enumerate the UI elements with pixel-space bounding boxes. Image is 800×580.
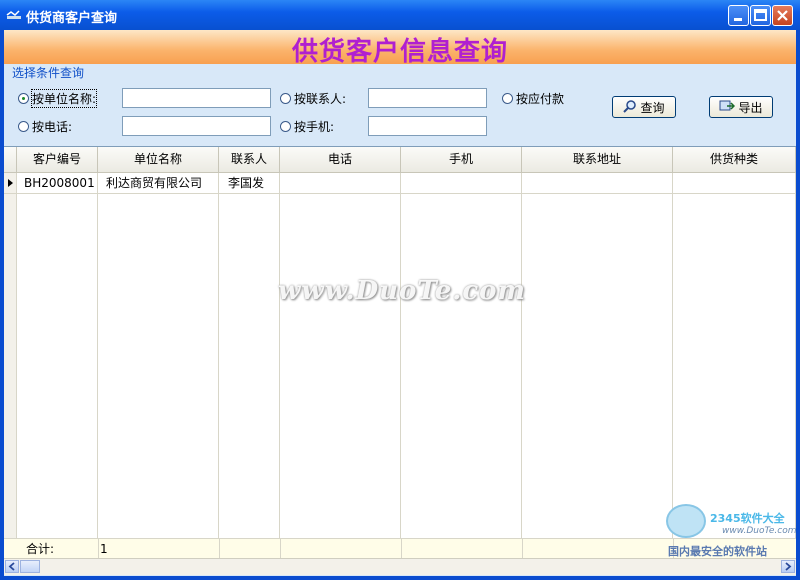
radio-payable[interactable]: 按应付款	[502, 90, 564, 107]
column-header-contact[interactable]: 联系人	[219, 147, 280, 173]
grid-column	[98, 173, 219, 539]
query-group-label: 选择条件查询	[12, 66, 85, 80]
maximize-icon	[754, 9, 767, 21]
banner: 供货客户信息查询	[4, 30, 796, 67]
current-row-indicator	[4, 173, 16, 193]
radio-dot	[280, 93, 291, 104]
row-header-column	[4, 173, 17, 539]
footer-divider	[401, 539, 402, 559]
search-button-label: 查询	[640, 100, 665, 115]
query-panel: 按单位名称: 按联系人: 按应付款 查询 导出 按电话: 按手机:	[4, 82, 796, 144]
magnifier-icon	[623, 99, 637, 116]
minimize-icon	[734, 18, 742, 21]
footer-divider	[219, 539, 220, 559]
footer-total-count: 1	[100, 542, 108, 556]
footer-total-label: 合计:	[26, 542, 55, 556]
radio-unit-name[interactable]: 按单位名称:	[18, 89, 98, 108]
radio-label: 按单位名称:	[30, 89, 98, 108]
close-button[interactable]	[772, 5, 793, 26]
chevron-right-icon	[785, 562, 792, 571]
scroll-thumb[interactable]	[20, 560, 40, 573]
horizontal-scrollbar[interactable]	[4, 558, 796, 575]
grid-column	[17, 173, 98, 539]
mascot-icon	[666, 504, 706, 538]
window-title: 供货商客户查询	[26, 11, 118, 26]
scroll-right-button[interactable]	[781, 560, 795, 573]
minimize-button[interactable]	[728, 5, 749, 26]
export-button[interactable]: 导出	[709, 96, 773, 118]
table-cell-contact[interactable]: 李国发	[228, 173, 264, 193]
radio-label: 按应付款	[516, 92, 565, 106]
radio-dot	[18, 121, 29, 132]
column-header-address[interactable]: 联系地址	[522, 147, 673, 173]
radio-contact[interactable]: 按联系人:	[280, 90, 346, 107]
app-icon	[6, 10, 21, 19]
contact-input[interactable]	[368, 88, 487, 108]
grid-column	[280, 173, 401, 539]
logo-watermark-line3: 国内最安全的软件站	[668, 545, 767, 558]
column-header-unit-name[interactable]: 单位名称	[98, 147, 219, 173]
radio-mobile[interactable]: 按手机:	[280, 118, 334, 135]
grid-column	[219, 173, 280, 539]
column-header-phone[interactable]: 电话	[280, 147, 401, 173]
logo-watermark-line1: 2345软件大全	[710, 512, 785, 525]
logo-watermark-line2: www.DuoTe.com	[722, 526, 797, 536]
radio-label: 按电话:	[32, 120, 73, 134]
logo-watermark: 2345软件大全 www.DuoTe.com 国内最安全的软件站	[664, 498, 800, 560]
close-icon	[777, 10, 788, 21]
row-divider	[4, 193, 796, 194]
grid-column	[522, 173, 673, 539]
unit-name-input[interactable]	[122, 88, 271, 108]
radio-dot	[502, 93, 513, 104]
column-header-customer-id[interactable]: 客户编号	[17, 147, 98, 173]
banner-title: 供货客户信息查询	[291, 37, 508, 67]
radio-phone[interactable]: 按电话:	[18, 118, 72, 135]
export-button-label: 导出	[738, 100, 763, 115]
app-window: 供货商客户查询 供货客户信息查询 选择条件查询 按单位名称: 按联系人: 按应付…	[0, 0, 800, 580]
grid-column	[673, 173, 796, 539]
radio-label: 按手机:	[294, 120, 335, 134]
footer-divider	[280, 539, 281, 559]
grid-column	[401, 173, 522, 539]
center-watermark: www.DuoTe.com	[278, 276, 527, 306]
phone-input[interactable]	[122, 116, 271, 136]
customer-grid[interactable]: 客户编号 单位名称 联系人 电话 手机 联系地址 供货种类 BH2008001 …	[4, 146, 796, 539]
search-button[interactable]: 查询	[612, 96, 676, 118]
grid-body: 客户编号 单位名称 联系人 电话 手机 联系地址 供货种类 BH2008001 …	[4, 147, 796, 539]
table-cell-customer-id[interactable]: BH2008001	[24, 173, 95, 193]
scroll-left-button[interactable]	[5, 560, 19, 573]
column-header-mobile[interactable]: 手机	[401, 147, 522, 173]
chevron-left-icon	[8, 562, 15, 571]
radio-dot	[18, 93, 29, 104]
footer-divider	[522, 539, 523, 559]
maximize-button[interactable]	[750, 5, 771, 26]
radio-label: 按联系人:	[294, 92, 347, 106]
table-cell-unit-name[interactable]: 利达商贸有限公司	[106, 173, 202, 193]
mobile-input[interactable]	[368, 116, 487, 136]
export-icon	[719, 99, 736, 116]
row-pointer-icon	[8, 179, 13, 187]
column-header-supply-type[interactable]: 供货种类	[673, 147, 796, 173]
radio-dot	[280, 121, 291, 132]
title-bar[interactable]: 供货商客户查询	[0, 0, 800, 30]
row-header-corner	[4, 147, 17, 173]
footer-divider	[98, 539, 99, 559]
